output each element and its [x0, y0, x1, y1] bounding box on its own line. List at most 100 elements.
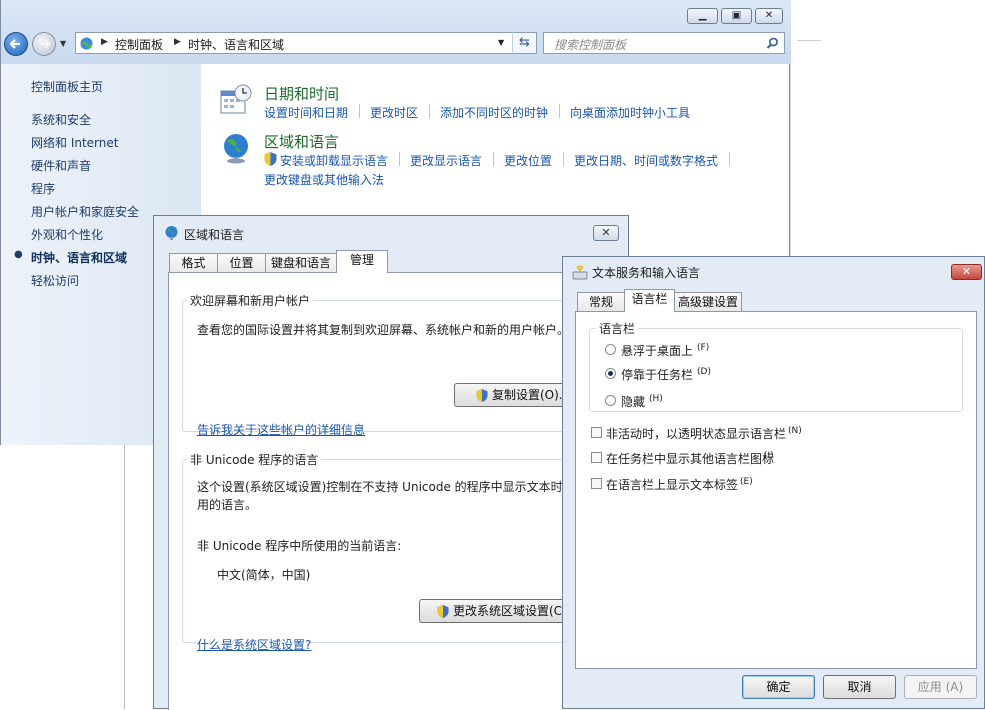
change-location-link[interactable]: 更改位置 [504, 152, 552, 169]
radio-button[interactable] [605, 344, 616, 355]
back-button[interactable] [4, 32, 28, 56]
tab-language-bar[interactable]: 语言栏 [624, 289, 675, 312]
forward-arrow-icon [40, 39, 51, 49]
close-icon: ✕ [601, 226, 611, 239]
checkbox[interactable] [591, 478, 602, 489]
keyboard-language-icon [572, 265, 588, 280]
current-language-value: 中文(简体，中国) [217, 568, 311, 582]
group-label: 欢迎屏幕和新用户帐户 [187, 292, 314, 309]
recent-pages-dropdown[interactable]: ▼ [60, 39, 66, 48]
date-time-heading[interactable]: 日期和时间 [264, 83, 339, 104]
uac-shield-icon [476, 389, 488, 402]
change-keyboards-link[interactable]: 更改键盘或其他输入法 [264, 171, 384, 188]
welcome-description: 查看您的国际设置并将其复制到欢迎屏幕、系统帐户和新的用户帐户。 [197, 323, 570, 337]
sidebar-item-programs[interactable]: 程序 [31, 180, 55, 197]
add-clock-gadget-link[interactable]: 向桌面添加时钟小工具 [570, 104, 690, 121]
link-separator [359, 104, 360, 118]
sidebar-item-hardware[interactable]: 硬件和声音 [31, 157, 91, 174]
text-services-dialog: 文本服务和输入语言 ✕ 常规 高级键设置 语言栏 悬浮于桌面上 (F) 停靠于任… [562, 256, 985, 709]
checkbox-label[interactable]: 非活动时，以透明状态显示语言栏 [606, 425, 786, 442]
tab-panel: 语言栏 悬浮于桌面上 (F) 停靠于任务栏 (D) 隐藏 (H) 非活动时，以透… [575, 311, 977, 669]
refresh-icon: ⇆ [519, 35, 530, 50]
apply-button[interactable]: 应用 (A) [904, 675, 977, 699]
checkbox-label[interactable]: 在任务栏中显示其他语言栏图标 [606, 450, 774, 467]
checkbox[interactable] [591, 452, 602, 463]
background-rule [797, 40, 821, 41]
add-clocks-link[interactable]: 添加不同时区的时钟 [440, 104, 548, 121]
radio-key: (H) [649, 394, 663, 404]
what-is-system-locale-link[interactable]: 什么是系统区域设置? [197, 636, 312, 653]
close-button[interactable]: ✕ [593, 225, 619, 241]
radio-label[interactable]: 停靠于任务栏 [621, 366, 693, 383]
minimize-button[interactable]: ▁ [687, 8, 718, 24]
search-placeholder: 搜索控制面板 [554, 38, 627, 52]
sidebar-home-link[interactable]: 控制面板主页 [31, 78, 103, 95]
change-system-locale-label: 更改系统区域设置(C)... [453, 604, 579, 618]
radio-label[interactable]: 隐藏 [621, 393, 645, 410]
tab-keyboards-languages[interactable]: 键盘和语言 [265, 253, 337, 273]
set-time-date-link[interactable]: 设置时间和日期 [264, 104, 348, 121]
maximize-button[interactable]: ▣ [721, 8, 752, 24]
breadcrumb-control-panel[interactable]: 控制面板 [115, 36, 163, 53]
close-button[interactable]: ✕ [951, 264, 982, 280]
tab-panel: 欢迎屏幕和新用户帐户 查看您的国际设置并将其复制到欢迎屏幕、系统帐户和新的用户帐… [168, 272, 634, 710]
uac-shield-icon [264, 152, 277, 166]
radio-label[interactable]: 悬浮于桌面上 [621, 342, 693, 359]
change-timezone-link[interactable]: 更改时区 [370, 104, 418, 121]
radio-key: (D) [697, 367, 711, 377]
address-bar[interactable]: ▶ 控制面板 ▶ 时钟、语言和区域 ▼ [75, 32, 537, 54]
link-separator [493, 152, 494, 166]
checkbox[interactable] [591, 427, 602, 438]
current-language-label: 非 Unicode 程序中所使用的当前语言: [197, 539, 402, 553]
link-separator [399, 152, 400, 166]
dialog-title: 文本服务和输入语言 [592, 266, 701, 280]
language-bar-group: 语言栏 悬浮于桌面上 (F) 停靠于任务栏 (D) 隐藏 (H) [589, 320, 963, 412]
tab-administrative[interactable]: 管理 [336, 250, 388, 273]
install-display-language-link[interactable]: 安装或卸载显示语言 [280, 152, 388, 169]
checkbox-label[interactable]: 在语言栏上显示文本标签 [606, 476, 738, 493]
tab-general[interactable]: 常规 [577, 292, 625, 312]
checkbox-key: (E) [740, 477, 753, 487]
non-unicode-description-line2: 用的语言。 [197, 498, 258, 512]
radio-button[interactable] [605, 368, 616, 379]
breadcrumb-arrow-icon: ▶ [101, 37, 108, 47]
control-panel-icon [80, 37, 93, 50]
globe-icon [165, 226, 178, 240]
maximize-icon: ▣ [731, 10, 742, 21]
forward-button[interactable] [32, 32, 56, 56]
search-input[interactable]: 搜索控制面板 [543, 32, 785, 54]
ok-button[interactable]: 确定 [742, 675, 815, 699]
sidebar-item-security[interactable]: 系统和安全 [31, 111, 91, 128]
search-icon[interactable] [766, 37, 779, 50]
current-item-bullet-icon: ● [14, 249, 23, 260]
non-unicode-description-line1: 这个设置(系统区域设置)控制在不支持 Unicode 的程序中显示文本时 [197, 480, 563, 494]
accounts-details-link[interactable]: 告诉我关于这些帐户的详细信息 [197, 421, 365, 438]
sidebar-item-clock-language-region[interactable]: 时钟、语言和区域 [31, 249, 127, 266]
address-dropdown-icon[interactable]: ▼ [498, 38, 504, 47]
sidebar-item-user-accounts[interactable]: 用户帐户和家庭安全 [31, 203, 139, 220]
checkbox-key: (N) [788, 426, 802, 436]
link-separator [429, 104, 430, 118]
sidebar-item-network[interactable]: 网络和 Internet [31, 134, 118, 151]
radio-button[interactable] [605, 395, 616, 406]
change-formats-link[interactable]: 更改日期、时间或数字格式 [574, 152, 718, 169]
tab-location[interactable]: 位置 [217, 253, 266, 273]
sidebar-item-ease-of-access[interactable]: 轻松访问 [31, 272, 79, 289]
checkbox-key: (I) [764, 451, 774, 461]
region-language-heading[interactable]: 区域和语言 [264, 131, 339, 152]
tab-formats[interactable]: 格式 [169, 253, 218, 273]
dialog-title: 区域和语言 [184, 228, 245, 242]
link-separator [729, 152, 730, 166]
region-language-dialog: 区域和语言 ✕ 格式 位置 键盘和语言 欢迎屏幕和新用户帐户 查看您的国际设置并… [153, 215, 634, 710]
breadcrumb-clock-language-region[interactable]: 时钟、语言和区域 [188, 36, 284, 53]
sidebar-item-appearance[interactable]: 外观和个性化 [31, 226, 103, 243]
date-time-links: 设置时间和日期 更改时区 添加不同时区的时钟 向桌面添加时钟小工具 [264, 104, 784, 120]
group-label: 非 Unicode 程序的语言 [187, 451, 322, 468]
close-button[interactable]: ✕ [755, 8, 783, 24]
refresh-button[interactable]: ⇆ [512, 32, 537, 54]
globe-icon [224, 134, 248, 164]
cancel-button[interactable]: 取消 [823, 675, 896, 699]
group-label: 语言栏 [596, 320, 639, 337]
change-display-language-link[interactable]: 更改显示语言 [410, 152, 482, 169]
tab-advanced-key-settings[interactable]: 高级键设置 [674, 292, 742, 312]
